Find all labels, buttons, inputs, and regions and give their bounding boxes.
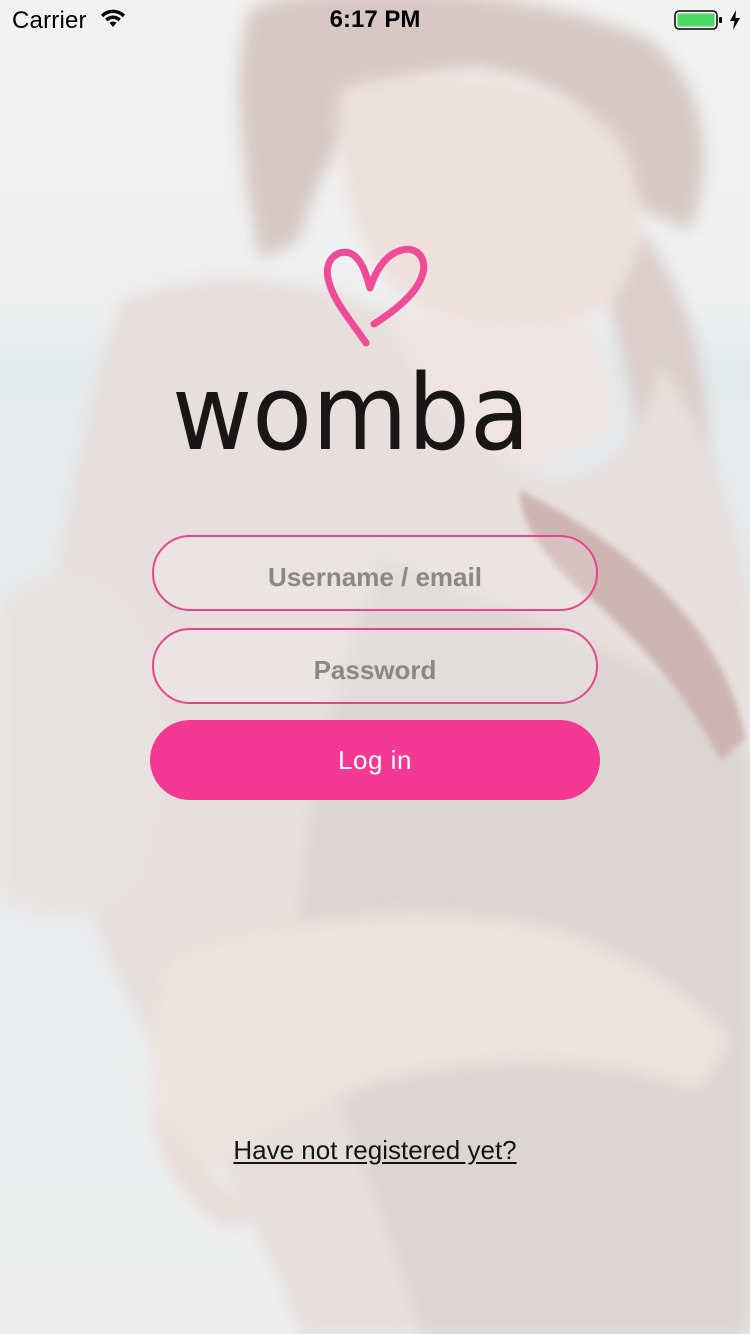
username-field-container [152, 535, 598, 611]
svg-text:womba: womba [172, 352, 530, 455]
username-input[interactable] [154, 537, 596, 609]
heart-icon [318, 240, 434, 356]
battery-full-icon [674, 9, 724, 31]
password-input[interactable] [154, 630, 596, 702]
bolt-icon [728, 9, 742, 31]
register-link[interactable]: Have not registered yet? [0, 1135, 750, 1166]
status-bar: Carrier 6:17 PM [0, 0, 750, 40]
clock: 6:17 PM [329, 6, 421, 33]
brand-wordmark: womba [170, 345, 535, 474]
login-button[interactable]: Log in [150, 720, 600, 800]
password-field-container [152, 628, 598, 704]
